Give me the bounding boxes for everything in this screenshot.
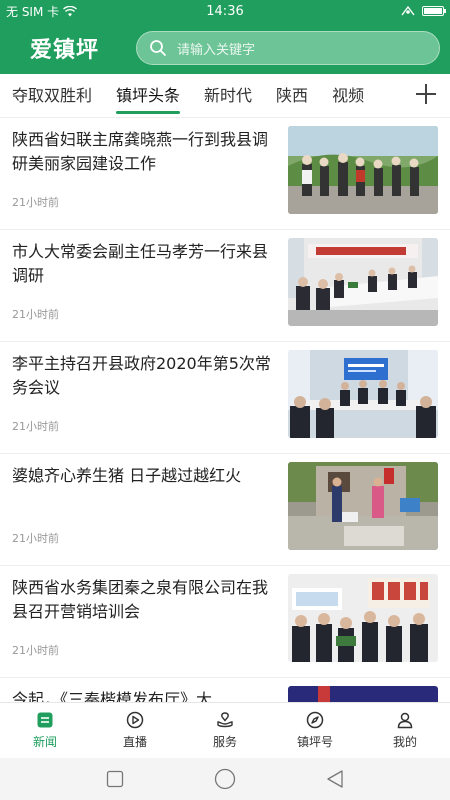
recent-apps-icon[interactable] [106,770,124,788]
news-icon [37,712,53,728]
news-thumbnail[interactable] [288,462,438,550]
nav-live[interactable]: 直播 [90,703,180,758]
nav-zhenpinghao[interactable]: 镇坪号 [270,703,360,758]
category-tabs: 夺取双胜利 镇坪头条 新时代 陕西 视频 [0,74,450,118]
list-item[interactable]: 陕西省妇联主席龚晓燕一行到我县调研美丽家园建设工作 21小时前 [0,118,450,230]
news-title[interactable]: 婆媳齐心养生猪 日子越过越红火 [12,464,272,488]
nav-zhenpinghao-label: 镇坪号 [296,735,333,749]
nav-news-label: 新闻 [32,735,57,749]
app-logo: 爱镇坪 [30,37,100,63]
home-icon[interactable] [214,768,236,790]
nav-mine-label: 我的 [392,735,417,749]
nav-news[interactable]: 新闻 [0,703,90,758]
news-title[interactable]: 今起，《三秦楷模发布厅》大 [12,688,272,702]
nav-service-label: 服务 [212,735,237,749]
news-title[interactable]: 市人大常委会副主任马孝芳一行来县调研 [12,240,272,288]
news-time: 21小时前 [12,532,59,545]
news-thumbnail[interactable] [288,238,438,326]
list-item[interactable]: 市人大常委会副主任马孝芳一行来县调研 21小时前 [0,230,450,342]
compass-icon [306,711,324,729]
list-item[interactable]: 婆媳齐心养生猪 日子越过越红火 21小时前 [0,454,450,566]
news-title[interactable]: 陕西省妇联主席龚晓燕一行到我县调研美丽家园建设工作 [12,128,272,176]
news-thumbnail[interactable] [288,686,438,702]
battery-icon [422,6,446,16]
list-item[interactable]: 陕西省水务集团秦之泉有限公司在我县召开营销培训会 21小时前 [0,566,450,678]
clock: 14:36 [206,3,244,19]
nav-live-label: 直播 [122,735,147,749]
news-time: 21小时前 [12,644,59,657]
tab-video[interactable]: 视频 [332,74,364,118]
list-item[interactable]: 今起，《三秦楷模发布厅》大 [0,678,450,702]
news-time: 21小时前 [12,196,59,209]
news-time: 21小时前 [12,420,59,433]
live-icon [126,711,144,729]
news-thumbnail[interactable] [288,350,438,438]
nav-mine[interactable]: 我的 [360,703,450,758]
news-time: 21小时前 [12,308,59,321]
news-title[interactable]: 陕西省水务集团秦之泉有限公司在我县召开营销培训会 [12,576,272,624]
bottom-nav: 新闻 直播 服务 镇坪号 我的 [0,702,450,758]
search-input[interactable]: 请输入关键字 [136,31,440,65]
plus-icon[interactable] [412,82,440,110]
user-icon [397,712,413,729]
news-thumbnail[interactable] [288,574,438,662]
news-title[interactable]: 李平主持召开县政府2020年第5次常务会议 [12,352,272,400]
search-icon [150,40,166,56]
status-bar: 无 SIM 卡 14:36 [0,0,450,22]
list-item[interactable]: 李平主持召开县政府2020年第5次常务会议 21小时前 [0,342,450,454]
back-icon[interactable] [326,769,344,789]
tab-shaanxi[interactable]: 陕西 [276,74,308,118]
app-header: 爱镇坪 请输入关键字 [0,22,450,74]
news-list: 陕西省妇联主席龚晓燕一行到我县调研美丽家园建设工作 21小时前 市人大常委会副主… [0,118,450,702]
news-thumbnail[interactable] [288,126,438,214]
tab-xinshidai[interactable]: 新时代 [204,74,252,118]
search-placeholder: 请输入关键字 [177,42,256,58]
tab-zhenping-toutiao[interactable]: 镇坪头条 [116,74,181,118]
service-icon [217,712,233,728]
nav-service[interactable]: 服务 [180,703,270,758]
tab-duoqu[interactable]: 夺取双胜利 [12,74,92,118]
system-nav-bar [0,758,450,800]
